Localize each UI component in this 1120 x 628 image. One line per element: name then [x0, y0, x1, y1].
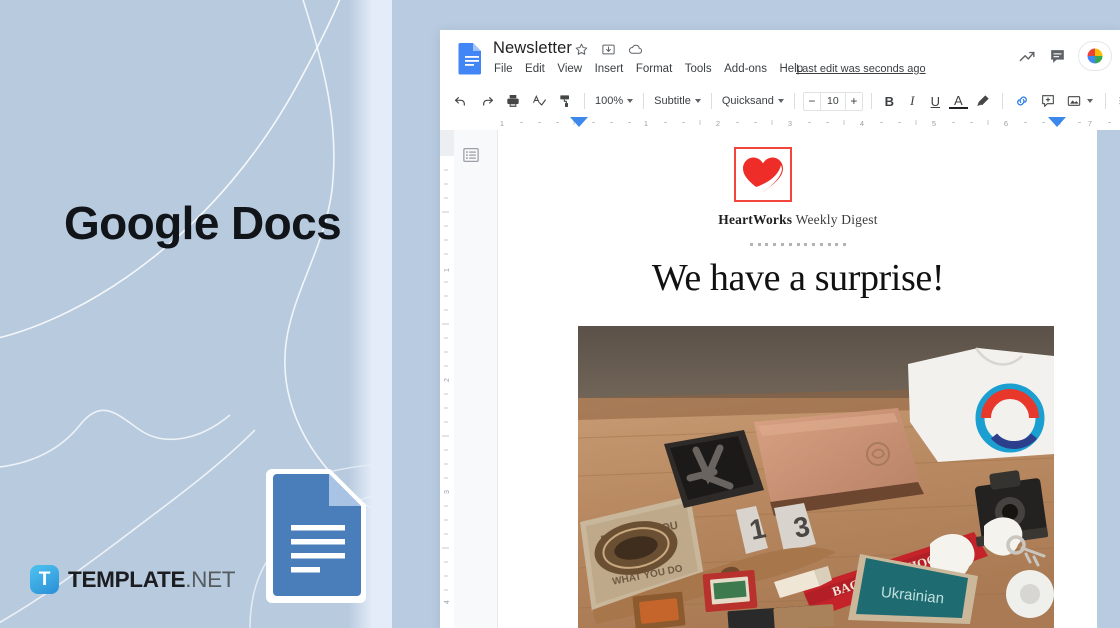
document-outline-icon[interactable]	[462, 146, 480, 164]
highlight-icon[interactable]	[975, 93, 991, 109]
template-net-mark: T	[30, 565, 59, 594]
chevron-down-icon	[627, 99, 634, 103]
svg-text:1: 1	[444, 268, 451, 272]
bold-button[interactable]: B	[880, 94, 899, 109]
docs-app-icon[interactable]	[453, 41, 487, 75]
docs-body: 1 2 3 4 HeartWorks Weekly Digest We have…	[440, 130, 1120, 628]
toolbar-divider	[1104, 93, 1106, 109]
svg-text:4: 4	[860, 119, 864, 128]
svg-text:3: 3	[444, 490, 451, 494]
template-net-logo: T TEMPLATE.NET	[30, 565, 236, 594]
svg-text:3: 3	[788, 119, 792, 128]
underline-button[interactable]: U	[926, 94, 945, 109]
menu-item-view[interactable]: View	[557, 63, 582, 75]
masthead-rest: Weekly Digest	[792, 212, 878, 227]
menu-item-format[interactable]: Format	[636, 63, 672, 75]
template-net-wordmark: TEMPLATE.NET	[68, 566, 236, 593]
spellcheck-icon[interactable]	[531, 93, 547, 109]
menu-item-addons[interactable]: Add-ons	[724, 63, 767, 75]
font-family-selector[interactable]: Quicksand	[718, 91, 788, 111]
italic-button[interactable]: I	[903, 93, 922, 109]
svg-text:5: 5	[932, 119, 936, 128]
svg-text:2: 2	[444, 378, 451, 382]
menu-item-tools[interactable]: Tools	[685, 63, 712, 75]
comment-icon[interactable]	[1048, 47, 1067, 66]
header-right-actions	[1018, 41, 1112, 71]
paragraph-style-value: Subtitle	[654, 95, 691, 107]
google-docs-icon	[266, 469, 366, 603]
svg-text:6: 6	[1004, 119, 1008, 128]
screenshot-root: Google Docs T TEMPLATE.NET Newsletter Fi…	[0, 0, 1120, 628]
redo-icon[interactable]	[479, 93, 495, 109]
toolbar-divider	[643, 93, 645, 109]
menu-item-edit[interactable]: Edit	[525, 63, 545, 75]
last-edit-status[interactable]: Last edit was seconds ago	[796, 63, 926, 75]
toolbar-divider	[710, 93, 712, 109]
move-to-folder-icon[interactable]	[601, 42, 616, 57]
heart-logo-icon	[743, 157, 783, 192]
font-size-stepper[interactable]: − 10 +	[802, 91, 863, 111]
chevron-down-icon	[694, 99, 701, 103]
toolbar-divider	[870, 93, 872, 109]
paragraph-style-selector[interactable]: Subtitle	[650, 91, 705, 111]
document-headline: We have a surprise!	[651, 257, 945, 299]
docs-header: Newsletter File Edit View Insert Format	[440, 30, 1120, 86]
document-page[interactable]: HeartWorks Weekly Digest We have a surpr…	[497, 130, 1097, 628]
brand-suffix: .NET	[185, 566, 236, 592]
page-right-gutter	[1097, 130, 1120, 628]
print-icon[interactable]	[505, 93, 521, 109]
google-docs-window: Newsletter File Edit View Insert Format	[440, 30, 1120, 628]
chevron-down-icon	[777, 99, 784, 103]
google-apps-icon	[1087, 48, 1103, 64]
title-action-icons	[574, 42, 643, 57]
font-size-decrease-button[interactable]: −	[804, 92, 821, 110]
toolbar-divider	[793, 93, 795, 109]
font-size-value[interactable]: 10	[821, 95, 845, 107]
menu-bar: File Edit View Insert Format Tools Add-o…	[494, 63, 803, 75]
toolbar-divider	[1001, 93, 1003, 109]
masthead-brand: HeartWorks	[718, 212, 793, 227]
zoom-value: 100%	[595, 95, 624, 107]
document-title[interactable]: Newsletter	[493, 39, 572, 58]
font-size-increase-button[interactable]: +	[844, 92, 862, 110]
svg-text:7: 7	[1088, 119, 1092, 128]
zoom-selector[interactable]: 100%	[591, 91, 637, 111]
cloud-saved-icon[interactable]	[628, 42, 643, 57]
star-icon[interactable]	[574, 42, 589, 57]
dotted-divider	[498, 236, 1097, 254]
chevron-down-icon[interactable]	[1086, 99, 1093, 103]
horizontal-ruler-marks: 1 1 2 3 4 5 6 7	[440, 116, 1120, 130]
menu-item-file[interactable]: File	[494, 63, 513, 75]
heart-logo-box	[734, 147, 792, 202]
svg-text:1: 1	[500, 119, 504, 128]
menu-item-insert[interactable]: Insert	[595, 63, 624, 75]
page-title: Google Docs	[64, 197, 342, 249]
google-apps-button[interactable]	[1078, 41, 1112, 71]
svg-text:2: 2	[716, 119, 720, 128]
insert-image-icon[interactable]	[1066, 93, 1082, 109]
hero-image[interactable]: DO WHAT YOU LOVE WHAT YOU DO	[578, 326, 1054, 628]
paint-format-icon[interactable]	[557, 93, 573, 109]
masthead: HeartWorks Weekly Digest	[498, 212, 1097, 228]
toolbar-divider	[584, 93, 585, 109]
undo-icon[interactable]	[453, 93, 469, 109]
trending-up-icon[interactable]	[1018, 47, 1037, 66]
outline-rail: 1 2 3 4	[440, 130, 497, 628]
link-icon[interactable]	[1014, 93, 1030, 109]
add-comment-icon[interactable]	[1040, 93, 1056, 109]
svg-text:1: 1	[644, 119, 648, 128]
promo-panel: Google Docs T TEMPLATE.NET	[0, 0, 392, 628]
vertical-ruler[interactable]: 1 2 3 4	[440, 130, 454, 628]
svg-text:4: 4	[444, 600, 451, 604]
text-color-button[interactable]: A	[948, 94, 968, 109]
brand-name: TEMPLATE	[68, 566, 186, 592]
formatting-toolbar: 100% Subtitle Quicksand − 10 + B I U A	[440, 86, 1120, 116]
font-family-value: Quicksand	[721, 95, 774, 107]
horizontal-ruler[interactable]: 1 1 2 3 4 5 6 7	[440, 116, 1120, 130]
hero-image-graphic: DO WHAT YOU LOVE WHAT YOU DO	[578, 326, 1054, 628]
